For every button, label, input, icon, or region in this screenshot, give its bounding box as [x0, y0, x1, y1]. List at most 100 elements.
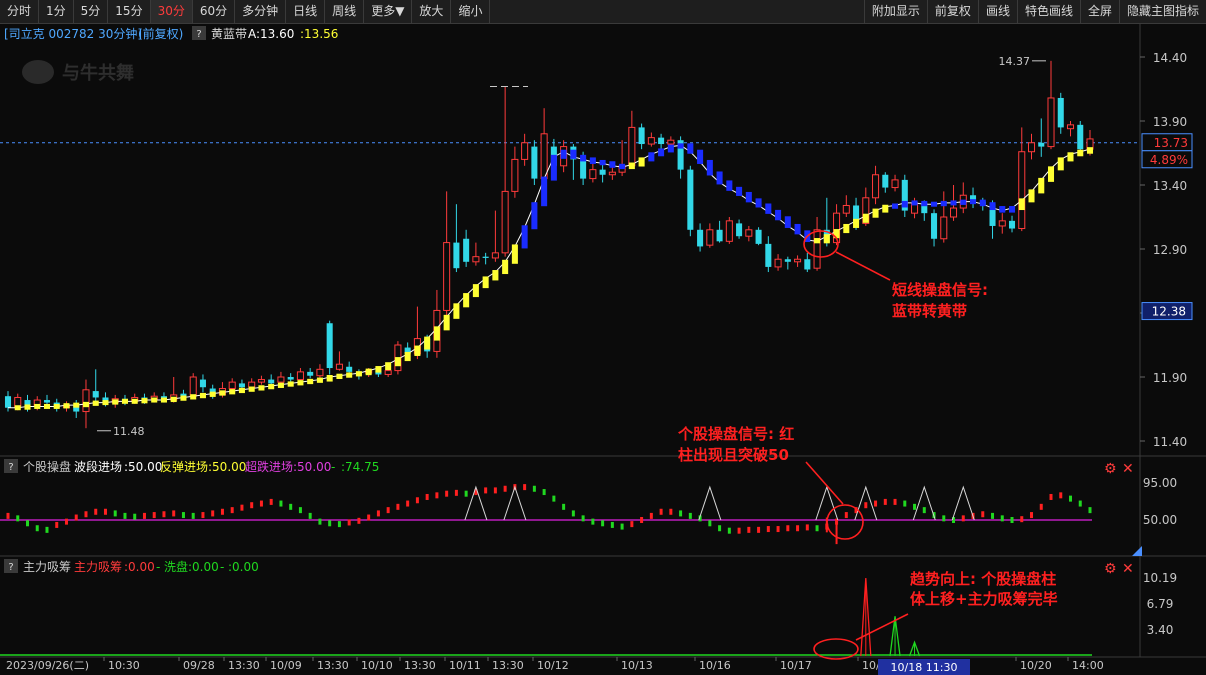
period-button-8[interactable]: 周线: [325, 0, 365, 23]
candle-body-down: [463, 238, 470, 262]
period-button-1[interactable]: 1分: [39, 0, 74, 23]
toolbar-right-button-4[interactable]: 全屏: [1079, 0, 1119, 23]
toolbar-right-button-1[interactable]: 前复权: [926, 0, 978, 23]
osc-bar: [893, 498, 897, 505]
osc-bar: [503, 485, 507, 492]
osc-bar: [74, 514, 78, 521]
toolbar-right-button-5[interactable]: 隐藏主图指标: [1118, 0, 1206, 23]
period-button-5[interactable]: 60分: [193, 0, 236, 23]
x-axis-label: 10/11: [449, 659, 481, 672]
help-icon: ?: [196, 29, 201, 40]
candle-body-down: [326, 323, 333, 369]
osc-bar: [103, 508, 107, 515]
osc-bar: [669, 508, 673, 515]
osc-bar: [601, 520, 605, 527]
period-button-11[interactable]: 缩小: [451, 0, 491, 23]
band-segment-yellow: [268, 383, 275, 390]
band-segment-blue: [901, 200, 908, 208]
band-segment-yellow: [297, 380, 304, 386]
band-segment-yellow: [219, 390, 226, 396]
candle-body-up: [1047, 97, 1055, 148]
band-segment-blue: [726, 180, 733, 191]
band-segment-blue: [765, 203, 772, 214]
osc-bar: [269, 498, 273, 505]
osc-bar: [737, 527, 741, 534]
toolbar-right-button-0[interactable]: 附加显示: [863, 0, 927, 23]
period-button-4[interactable]: 30分: [150, 0, 193, 23]
period-toolbar: 分时 1分 5分 15分 30分 60分 多分钟 日线 周线 更多▼ 放大 缩小 附加显示 前复权 画线 特色…: [0, 0, 1206, 24]
band-segment-blue: [989, 202, 996, 211]
band-segment-yellow: [277, 382, 284, 388]
osc-bar: [1059, 492, 1063, 499]
band-segment-yellow: [365, 368, 372, 376]
annotation-2-line2: 柱出现且突破50: [678, 446, 789, 464]
band-segment-yellow: [433, 326, 440, 341]
band-segment-yellow: [1086, 147, 1094, 154]
band-segment-yellow: [141, 398, 148, 404]
osc-bar: [1088, 507, 1092, 514]
osc-bar: [913, 503, 917, 510]
price-tick-label: 14.40: [1153, 51, 1187, 65]
band-segment-yellow: [92, 400, 99, 406]
toolbar-right-button-3[interactable]: 特色画线: [1016, 0, 1080, 23]
band-segment-blue: [794, 223, 801, 235]
band-segment-blue: [531, 202, 538, 230]
band-segment-blue: [921, 200, 928, 207]
osc-bar: [162, 511, 166, 518]
band-segment-blue: [599, 159, 606, 166]
osc-bar: [367, 514, 371, 521]
candle-body-up: [82, 389, 90, 413]
band-segment-yellow: [121, 398, 128, 404]
indicator-name: 黄蓝带: [211, 27, 247, 41]
period-button-10[interactable]: 放大: [412, 0, 452, 23]
osc-bar: [1078, 500, 1082, 507]
period-button-9[interactable]: 更多▼: [364, 0, 413, 23]
candle-body-down: [804, 259, 811, 270]
chip-tick-label: 3.40: [1147, 623, 1174, 637]
band-segment-yellow: [443, 314, 450, 331]
chip-p3-dash: -: [220, 560, 224, 574]
candle-body-up: [998, 220, 1006, 227]
band-segment-yellow: [862, 213, 869, 223]
candle-body-down: [638, 127, 645, 145]
toolbar-right-button-2[interactable]: 画线: [977, 0, 1017, 23]
x-axis-label: 10/09: [270, 659, 302, 672]
candle-body-up: [774, 258, 782, 268]
osc-settings-icon: ⚙: [1104, 461, 1117, 477]
period-button-0[interactable]: 分时: [0, 0, 40, 23]
period-button-2[interactable]: 5分: [74, 0, 109, 23]
band-segment-blue: [979, 199, 986, 207]
band-segment-yellow: [14, 405, 21, 411]
period-button-6[interactable]: 多分钟: [235, 0, 287, 23]
band-segment-blue: [619, 163, 626, 170]
band-segment-yellow: [307, 378, 314, 385]
band-segment-blue: [1008, 206, 1016, 213]
indicator-a-value: A:13.60: [248, 27, 294, 41]
osc-bar: [396, 503, 400, 510]
chip-p1-label: 主力吸筹: [74, 560, 122, 574]
candle-body-down: [1008, 220, 1016, 229]
osc-bar: [805, 524, 809, 531]
band-segment-blue: [570, 149, 577, 159]
candle-body-down: [453, 242, 460, 269]
osc-bar: [1010, 517, 1014, 523]
candle-body-up: [940, 216, 948, 240]
period-button-7[interactable]: 日线: [286, 0, 326, 23]
band-segment-yellow: [453, 303, 460, 319]
chip-p3-value: :0.00: [228, 560, 259, 574]
annotation-3-line1: 趋势向上: 个股操盘柱: [910, 570, 1056, 588]
chip-p2-value: :0.00: [188, 560, 219, 574]
chip-help-icon: ?: [8, 562, 13, 573]
band-segment-blue: [667, 144, 674, 153]
band-segment-blue: [589, 157, 596, 164]
candle-body-up: [628, 126, 636, 167]
band-segment-yellow: [53, 403, 60, 409]
band-segment-blue: [931, 201, 938, 207]
band-segment-blue: [658, 148, 665, 157]
osc-bar: [610, 521, 614, 528]
band-segment-yellow: [190, 394, 197, 400]
osc-bar: [425, 493, 429, 500]
osc-bar: [1069, 495, 1073, 502]
band-segment-yellow: [1028, 189, 1035, 203]
period-button-3[interactable]: 15分: [108, 0, 151, 23]
